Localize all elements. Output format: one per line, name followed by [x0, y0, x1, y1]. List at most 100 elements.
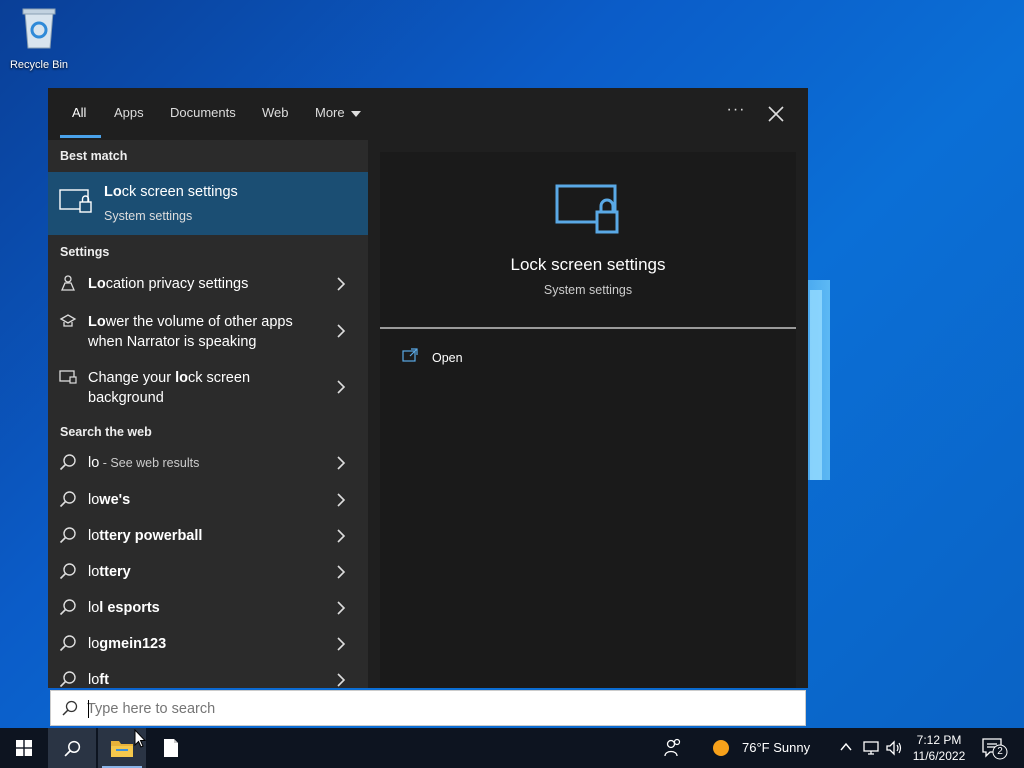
clock[interactable]: 7:12 PM 11/6/2022: [906, 732, 972, 764]
section-search-web: Search the web: [60, 425, 152, 439]
search-panel: All Apps Documents Web More ··· Best mat…: [48, 88, 808, 688]
settings-item-label: Change your lock screen background: [88, 368, 250, 408]
search-box[interactable]: [50, 690, 806, 726]
web-item-lowes[interactable]: lowe's: [48, 480, 368, 516]
search-icon: [62, 700, 78, 716]
web-item-logmein123[interactable]: logmein123: [48, 624, 368, 660]
search-icon: [59, 527, 76, 544]
search-taskbar-button[interactable]: [48, 728, 96, 768]
open-action[interactable]: Open: [432, 351, 463, 365]
search-icon: [59, 635, 76, 652]
location-person-icon: [61, 275, 75, 291]
chevron-down-icon: [350, 110, 361, 117]
web-item-lol-esports[interactable]: lol esports: [48, 588, 368, 624]
settings-item-line2: background: [88, 390, 164, 406]
narrator-icon: [59, 314, 77, 327]
preview-pane: Lock screen settings System settings Ope…: [380, 152, 796, 688]
web-item-label: lottery: [88, 562, 131, 582]
tab-all[interactable]: All: [72, 88, 86, 140]
chevron-right-icon: [337, 673, 346, 687]
web-item-prefix: lo: [88, 528, 100, 544]
settings-item-narrator-volume[interactable]: Lower the volume of other apps when Narra…: [48, 302, 368, 358]
preview-subtitle: System settings: [543, 283, 633, 297]
settings-item-highlight: Lo: [88, 314, 106, 330]
lock-screen-icon: [59, 189, 92, 213]
volume-icon[interactable]: [885, 740, 903, 756]
chevron-right-icon: [337, 565, 346, 579]
best-match-item[interactable]: Lock screen settings System settings: [48, 172, 368, 235]
best-match-title-highlight: Lo: [104, 184, 122, 200]
desktop-light-beam-edge: [810, 290, 822, 480]
settings-item-rest: ck screen: [187, 370, 251, 386]
tab-all-label: All: [72, 105, 87, 120]
close-icon[interactable]: [764, 102, 788, 126]
web-item-rest: ft: [99, 672, 109, 688]
chevron-right-icon: [337, 277, 346, 291]
best-match-subtitle: System settings: [104, 209, 193, 223]
recycle-bin-shortcut[interactable]: Recycle Bin: [4, 6, 74, 71]
clock-date: 11/6/2022: [912, 749, 966, 763]
settings-item-highlight: lo: [175, 370, 188, 386]
chevron-right-icon: [337, 324, 346, 338]
chevron-up-icon[interactable]: [840, 742, 852, 752]
web-item-rest: ttery: [99, 564, 131, 580]
windows-logo-icon: [16, 740, 32, 756]
settings-item-label: Location privacy settings: [88, 274, 248, 294]
settings-item-lock-screen-background[interactable]: Change your lock screen background: [48, 358, 368, 414]
mouse-pointer-icon: [134, 729, 146, 748]
web-item-label: logmein123: [88, 634, 166, 654]
search-input[interactable]: [87, 698, 787, 720]
web-item-rest: we's: [99, 492, 131, 508]
people-icon[interactable]: [664, 738, 682, 758]
tab-web[interactable]: Web: [262, 88, 289, 140]
chevron-right-icon: [337, 456, 346, 470]
settings-item-rest: wer the volume of other apps: [105, 314, 293, 330]
start-button[interactable]: [0, 728, 48, 768]
web-item-query: lo: [88, 455, 100, 471]
web-item-prefix: lo: [88, 492, 100, 508]
settings-item-rest: cation privacy settings: [105, 276, 249, 292]
web-item-label: lowe's: [88, 490, 130, 510]
web-item-rest: ttery powerball: [99, 528, 203, 544]
search-icon: [59, 599, 76, 616]
tab-more[interactable]: More: [315, 88, 361, 140]
search-tabs: All Apps Documents Web More ···: [48, 88, 808, 140]
chevron-right-icon: [337, 637, 346, 651]
web-item-label: loft: [88, 670, 109, 688]
recycle-bin-label: Recycle Bin: [9, 59, 69, 71]
tab-apps[interactable]: Apps: [114, 88, 144, 140]
web-item-prefix: lo: [88, 600, 100, 616]
lock-screen-small-icon: [59, 370, 77, 384]
web-item-rest: gmein123: [99, 636, 167, 652]
web-item-prefix: lo: [88, 564, 100, 580]
chevron-right-icon: [337, 601, 346, 615]
tab-documents[interactable]: Documents: [170, 88, 236, 140]
web-item-sub: - See web results: [99, 456, 200, 470]
chevron-right-icon: [337, 380, 346, 394]
weather-widget[interactable]: 76°F Sunny: [742, 740, 810, 755]
web-item-prefix: lo: [88, 636, 100, 652]
results-list: Best match Lock screen settings System s…: [48, 140, 368, 688]
lock-screen-large-icon: [555, 184, 619, 234]
action-center-button[interactable]: 2: [980, 736, 1008, 760]
web-item-lottery[interactable]: lottery: [48, 552, 368, 588]
search-icon: [59, 671, 76, 688]
settings-item-line2: when Narrator is speaking: [88, 334, 257, 350]
settings-item-location-privacy[interactable]: Location privacy settings: [48, 264, 368, 302]
open-icon[interactable]: [402, 348, 418, 362]
settings-item-highlight: Lo: [88, 276, 106, 292]
document-icon: [164, 739, 178, 757]
web-item-see-results[interactable]: lo - See web results: [48, 444, 368, 480]
network-icon[interactable]: [862, 740, 880, 756]
notepad-button[interactable]: [148, 728, 194, 768]
taskbar: 76°F Sunny 7:12 PM 11/6/2022 2: [0, 728, 1024, 768]
notification-count: 2: [997, 746, 1003, 757]
preview-divider: [380, 327, 796, 329]
web-item-prefix: lo: [88, 672, 100, 688]
preview-title: Lock screen settings: [510, 255, 666, 274]
search-icon: [59, 454, 76, 471]
web-item-lottery-powerball[interactable]: lottery powerball: [48, 516, 368, 552]
web-item-loft[interactable]: loft: [48, 660, 368, 688]
chevron-right-icon: [337, 493, 346, 507]
ellipsis-icon[interactable]: ···: [724, 100, 748, 124]
